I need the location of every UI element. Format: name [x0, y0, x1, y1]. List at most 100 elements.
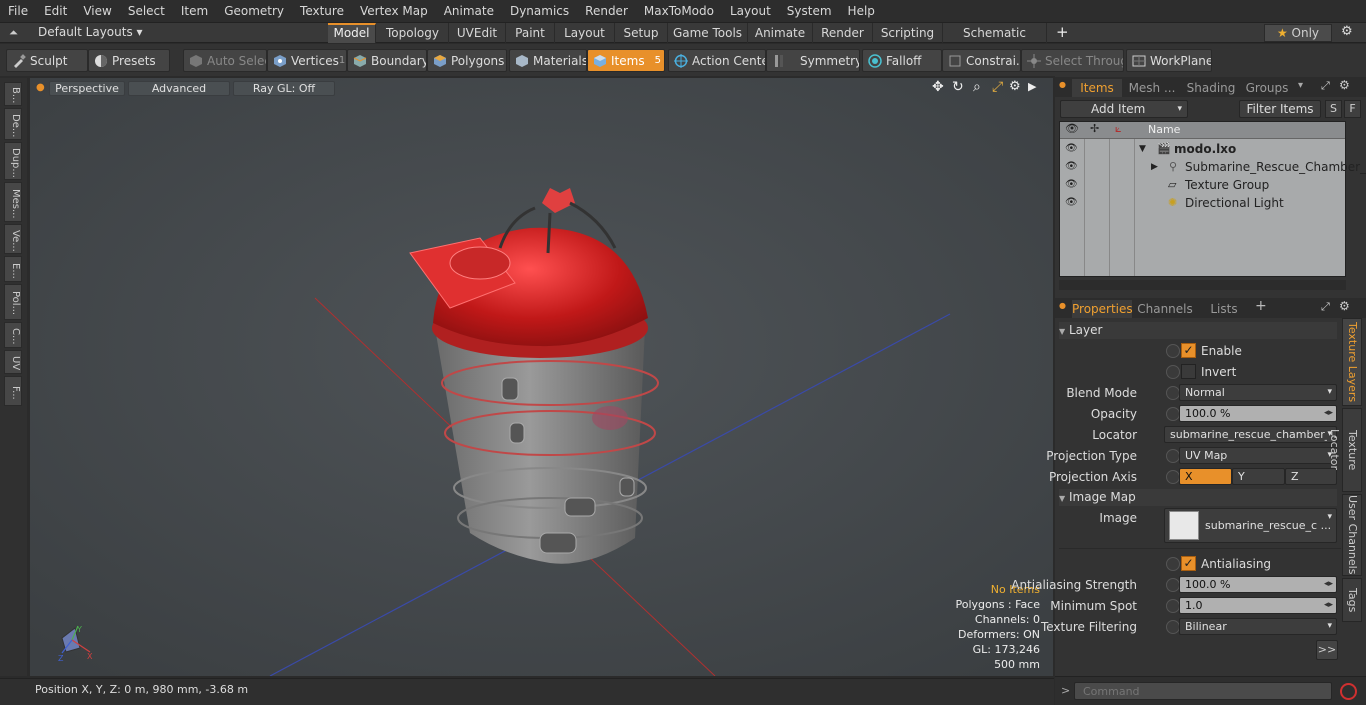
projection-axis-x[interactable]: X — [1179, 468, 1232, 485]
left-tab-duplicate[interactable]: Dup... — [4, 142, 22, 180]
side-tab-tags[interactable]: Tags — [1342, 578, 1362, 622]
viewport-gear-icon[interactable]: ⚙ — [1009, 79, 1021, 94]
command-input[interactable] — [1074, 682, 1332, 700]
projection-axis-anim-dot[interactable] — [1166, 470, 1180, 484]
maximize-icon[interactable]: ⤢ — [992, 79, 1003, 95]
side-tab-texture-layers[interactable]: Texture Layers — [1342, 318, 1362, 406]
menu-geometry[interactable]: Geometry — [216, 0, 292, 22]
panel-gear-icon[interactable]: ⚙ — [1339, 78, 1350, 92]
collapse-arrow-icon[interactable]: ▶ — [1151, 158, 1158, 176]
tabs-dropdown-icon[interactable]: ▾ — [1298, 80, 1303, 91]
action-center-button[interactable]: Action Center — [668, 49, 766, 72]
opacity-anim-dot[interactable] — [1166, 407, 1180, 421]
viewport-options-dot-icon[interactable]: ● — [36, 82, 45, 93]
view-mode-button[interactable]: Perspective — [49, 81, 125, 96]
left-tab-vertex[interactable]: Ve... — [4, 224, 22, 254]
item-list-resize-handle[interactable] — [1059, 280, 1346, 290]
gear-icon[interactable]: ⚙ — [1341, 24, 1353, 39]
antialiasing-checkbox[interactable]: ✓ — [1181, 556, 1196, 571]
menu-layout[interactable]: Layout — [722, 0, 779, 22]
presets-button[interactable]: Presets — [88, 49, 170, 72]
pan-icon[interactable]: ✥ — [932, 79, 944, 95]
layer-section-header[interactable]: ▼ Layer — [1059, 322, 1337, 339]
left-tab-curve[interactable]: C... — [4, 322, 22, 348]
image-map-section-header[interactable]: ▼ Image Map — [1059, 489, 1337, 506]
tree-row-directional-light[interactable]: 👁 ✺ Directional Light — [1060, 194, 1345, 212]
menu-dynamics[interactable]: Dynamics — [502, 0, 577, 22]
projection-axis-y[interactable]: Y — [1232, 468, 1285, 485]
layouts-dropdown[interactable]: Default Layouts ▾ — [38, 25, 143, 39]
enable-checkbox[interactable]: ✓ — [1181, 343, 1196, 358]
sculpt-button[interactable]: Sculpt — [6, 49, 88, 72]
menu-texture[interactable]: Texture — [292, 0, 352, 22]
min-spot-anim-dot[interactable] — [1166, 599, 1180, 613]
tab-mesh[interactable]: Mesh ... — [1124, 79, 1180, 97]
tab-channels[interactable]: Channels — [1135, 300, 1195, 318]
record-macro-icon[interactable] — [1340, 683, 1357, 700]
expand-arrow-icon[interactable]: ▼ — [1139, 140, 1146, 158]
locator-select[interactable]: submarine_rescue_chamber_i...▾ — [1164, 426, 1337, 443]
symmetry-button[interactable]: Symmetry — [766, 49, 860, 72]
tab-setup[interactable]: Setup — [615, 23, 668, 43]
aa-strength-field[interactable]: 100.0 % ◂▸ — [1179, 576, 1337, 593]
blend-mode-anim-dot[interactable] — [1166, 386, 1180, 400]
eye-icon[interactable]: 👁 — [1065, 158, 1078, 176]
menu-system[interactable]: System — [779, 0, 840, 22]
polygons-button[interactable]: Polygons — [427, 49, 507, 72]
aa-strength-anim-dot[interactable] — [1166, 578, 1180, 592]
tab-layout[interactable]: Layout — [555, 23, 615, 43]
tree-row-submarine-mesh[interactable]: 👁 ▶ ⚲ Submarine_Rescue_Chamber_... — [1060, 158, 1366, 176]
tab-properties[interactable]: Properties — [1072, 300, 1133, 318]
zoom-icon[interactable]: ⌕ — [973, 79, 981, 95]
items-button[interactable]: Items 5 — [587, 49, 665, 72]
panel-options-dot-icon[interactable]: ● — [1059, 80, 1066, 89]
expand-right-icon[interactable]: ▶ — [1028, 80, 1036, 93]
add-item-button[interactable]: Add Item ▾ — [1060, 100, 1188, 118]
tab-paint[interactable]: Paint — [506, 23, 555, 43]
menu-select[interactable]: Select — [120, 0, 173, 22]
tab-topology[interactable]: Topology — [377, 23, 449, 43]
tab-shading[interactable]: Shading — [1181, 79, 1241, 97]
vertices-button[interactable]: Vertices 1 — [267, 49, 347, 72]
menu-vertex-map[interactable]: Vertex Map — [352, 0, 436, 22]
left-tab-uv[interactable]: UV — [4, 350, 22, 374]
left-tab-edge[interactable]: E... — [4, 256, 22, 282]
texture-filtering-anim-dot[interactable] — [1166, 620, 1180, 634]
slider-arrows-icon[interactable]: ◂▸ — [1324, 598, 1333, 613]
tree-row-texture-group[interactable]: 👁 ▱ Texture Group — [1060, 176, 1345, 194]
add-tab-button[interactable]: + — [1255, 298, 1267, 314]
tab-render[interactable]: Render — [813, 23, 873, 43]
invert-checkbox[interactable] — [1181, 364, 1196, 379]
f-toggle-button[interactable]: F — [1344, 100, 1361, 118]
enable-anim-dot[interactable] — [1166, 344, 1180, 358]
panel-maximize-icon[interactable]: ⤢ — [1321, 79, 1330, 93]
materials-button[interactable]: Materials — [509, 49, 587, 72]
tab-uvedit[interactable]: UVEdit — [449, 23, 506, 43]
tab-schematic-fusion[interactable]: Schematic Fusion — [943, 23, 1047, 60]
eye-icon[interactable]: 👁 — [1065, 194, 1078, 212]
left-tab-deform[interactable]: De... — [4, 108, 22, 140]
eye-icon[interactable]: 👁 — [1065, 176, 1078, 194]
menu-animate[interactable]: Animate — [436, 0, 502, 22]
eye-icon[interactable]: 👁 — [1065, 140, 1078, 158]
tab-scripting[interactable]: Scripting — [873, 23, 943, 43]
projection-type-select[interactable]: UV Map▾ — [1179, 447, 1337, 464]
panel-gear-icon[interactable]: ⚙ — [1339, 299, 1350, 313]
panel-maximize-icon[interactable]: ⤢ — [1321, 300, 1330, 314]
slider-arrows-icon[interactable]: ◂▸ — [1324, 406, 1333, 421]
select-through-button[interactable]: Select Through — [1021, 49, 1124, 72]
slider-arrows-icon[interactable]: ◂▸ — [1324, 577, 1333, 592]
menu-item[interactable]: Item — [173, 0, 216, 22]
tab-game-tools[interactable]: Game Tools — [668, 23, 748, 43]
tab-lists[interactable]: Lists — [1199, 300, 1249, 318]
tree-row-modo-lxo[interactable]: 👁 ▼ 🎬 modo.lxo — [1060, 140, 1345, 158]
menu-render[interactable]: Render — [577, 0, 636, 22]
antialiasing-anim-dot[interactable] — [1166, 557, 1180, 571]
left-tab-polygon[interactable]: Pol... — [4, 284, 22, 320]
min-spot-field[interactable]: 1.0 ◂▸ — [1179, 597, 1337, 614]
tab-animate[interactable]: Animate — [748, 23, 813, 43]
filter-items-button[interactable]: Filter Items — [1239, 100, 1321, 118]
texture-filtering-select[interactable]: Bilinear ▾ — [1179, 618, 1337, 635]
opacity-field[interactable]: 100.0 % ◂▸ — [1179, 405, 1337, 422]
collapse-up-icon[interactable]: ⏶ — [9, 26, 18, 40]
